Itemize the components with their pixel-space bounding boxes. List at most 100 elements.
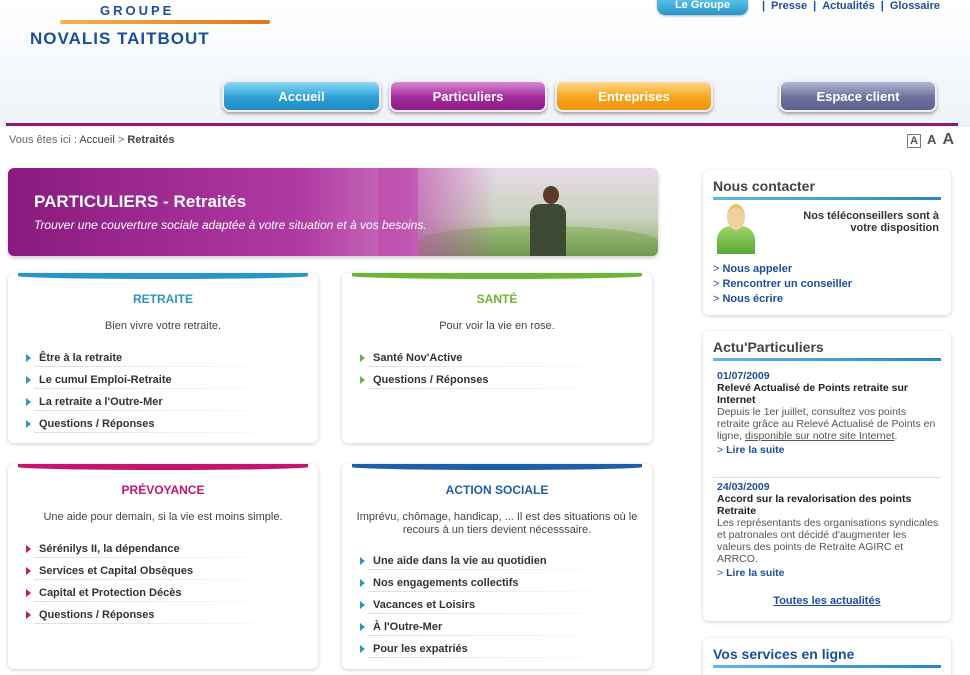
news-item: 01/07/2009 Relevé Actualisé de Points re…	[717, 370, 941, 456]
card-link[interactable]: Questions / Réponses	[26, 413, 296, 435]
card-link[interactable]: La retraite a l'Outre-Mer	[26, 391, 296, 413]
news-headline[interactable]: Accord sur la revalorisation des points …	[717, 493, 941, 517]
card-link-label: Nos engagements collectifs	[373, 576, 519, 589]
contact-link-ecrire[interactable]: > Nous écrire	[713, 292, 852, 307]
nav-particuliers-button[interactable]: Particuliers	[389, 80, 547, 112]
news-body-end: .	[894, 430, 898, 442]
card-link[interactable]: Être à la retraite	[26, 347, 296, 369]
card-link-label: Sérénilys II, la dépendance	[39, 542, 180, 555]
card-link[interactable]: Pour les expatriés	[360, 638, 630, 660]
arrow-right-icon	[360, 375, 365, 384]
top-link-glossaire[interactable]: Glossaire	[890, 0, 940, 12]
separator: |	[813, 0, 817, 12]
card-link[interactable]: Santé Nov'Active	[360, 347, 630, 369]
card-link[interactable]: Services et Capital Obsèques	[26, 560, 296, 582]
arrow-right-icon	[26, 610, 31, 619]
card-prevoyance: PRÉVOYANCE Une aide pour demain, si la v…	[8, 464, 318, 669]
card-link[interactable]: Questions / Réponses	[360, 369, 630, 391]
news-date: 01/07/2009	[717, 370, 770, 382]
contact-links: > Nous appeler > Rencontrer un conseiller …	[713, 262, 852, 307]
read-more-link[interactable]: > Lire la suite	[717, 444, 941, 456]
card-swoosh	[18, 464, 308, 470]
top-links: Le Groupe | Presse | Actualités | Glossa…	[656, 0, 940, 15]
card-retraite: RETRAITE Bien vivre votre retraite. Être…	[8, 273, 318, 443]
contact-link-label: Nous écrire	[722, 293, 783, 305]
arrow-right-icon	[26, 588, 31, 597]
arrow-right-icon	[26, 419, 31, 428]
page-subtitle: Trouver une couverture sociale adaptée à…	[34, 218, 427, 232]
title-underline	[713, 665, 941, 668]
services-title: Vos services en ligne	[713, 646, 855, 662]
all-news-link[interactable]: Toutes les actualités	[703, 595, 951, 607]
top-link-presse[interactable]: Presse	[771, 0, 807, 12]
card-link[interactable]: Le cumul Emploi-Retraite	[26, 369, 296, 391]
card-link-label: À l'Outre-Mer	[373, 620, 443, 633]
logo-novalis[interactable]: NOVALIS TAITBOUT	[30, 29, 210, 49]
arrow-right-icon	[26, 544, 31, 553]
read-more-link[interactable]: > Lire la suite	[717, 567, 941, 579]
card-title: PRÉVOYANCE	[121, 483, 205, 497]
arrow-right-icon	[26, 566, 31, 575]
chevron-right-icon: >	[717, 567, 724, 579]
font-size-controls: A A A	[907, 131, 954, 149]
breadcrumb-prefix: Vous êtes ici :	[9, 134, 77, 146]
contact-link-appeler[interactable]: > Nous appeler	[713, 262, 852, 277]
card-link-list: Santé Nov'Active Questions / Réponses	[360, 347, 630, 391]
logo-groupe: GROUPE	[100, 3, 175, 18]
card-link-list: Sérénilys II, la dépendance Services et …	[26, 538, 296, 626]
arrow-right-icon	[26, 353, 31, 362]
card-link[interactable]: Questions / Réponses	[26, 604, 296, 626]
nav-espace-client-button[interactable]: Espace client	[779, 80, 937, 112]
top-link-le-groupe[interactable]: Le Groupe	[656, 0, 748, 15]
arrow-right-icon	[360, 556, 365, 565]
arrow-right-icon	[360, 578, 365, 587]
card-link-list: Être à la retraite Le cumul Emploi-Retra…	[26, 347, 296, 435]
card-title: SANTÉ	[476, 292, 518, 306]
news-title: Actu'Particuliers	[713, 339, 824, 355]
breadcrumb-home-link[interactable]: Accueil	[79, 134, 114, 146]
card-link-list: Une aide dans la vie au quotidien Nos en…	[360, 550, 630, 660]
separator: |	[761, 0, 766, 12]
news-box: Actu'Particuliers 01/07/2009 Relevé Actu…	[703, 331, 951, 621]
card-link[interactable]: Vacances et Loisirs	[360, 594, 630, 616]
font-size-large-button[interactable]: A	[942, 131, 954, 149]
card-link[interactable]: Capital et Protection Décès	[26, 582, 296, 604]
breadcrumb-separator: >	[117, 134, 125, 146]
card-swoosh	[352, 464, 642, 470]
news-inline-link[interactable]: disponible sur notre site Internet	[745, 430, 894, 442]
contact-link-label: Nous appeler	[722, 263, 793, 275]
arrow-right-icon	[360, 644, 365, 653]
title-underline	[713, 358, 941, 361]
advisor-avatar	[713, 204, 757, 254]
card-link[interactable]: Sérénilys II, la dépendance	[26, 538, 296, 560]
card-link-label: Questions / Réponses	[39, 417, 155, 430]
page-banner: PARTICULIERS - Retraités Trouver une cou…	[8, 168, 658, 256]
font-size-small-button[interactable]: A	[907, 134, 922, 148]
contact-link-rencontrer[interactable]: > Rencontrer un conseiller	[713, 277, 852, 292]
title-underline	[713, 197, 941, 200]
read-more-label: Lire la suite	[726, 567, 785, 579]
arrow-right-icon	[360, 353, 365, 362]
card-description: Imprévu, chômage, handicap, ... Il est d…	[356, 511, 638, 536]
logo-swoosh	[60, 20, 270, 24]
top-link-actualites[interactable]: Actualités	[822, 0, 875, 12]
banner-photo-person-body	[530, 204, 566, 256]
font-size-medium-button[interactable]: A	[927, 132, 936, 147]
news-headline[interactable]: Relevé Actualisé de Points retraite sur …	[717, 382, 941, 406]
news-item: 24/03/2009 Accord sur la revalorisation …	[717, 481, 941, 579]
card-link[interactable]: À l'Outre-Mer	[360, 616, 630, 638]
arrow-right-icon	[26, 397, 31, 406]
card-link-label: Questions / Réponses	[39, 608, 155, 621]
card-swoosh	[352, 273, 642, 279]
banner-fade	[378, 168, 498, 256]
nav-entreprises-button[interactable]: Entreprises	[555, 80, 713, 112]
nav-accueil-button[interactable]: Accueil	[222, 80, 381, 112]
news-date: 24/03/2009	[717, 481, 770, 493]
card-link[interactable]: Une aide dans la vie au quotidien	[360, 550, 630, 572]
news-divider	[713, 477, 941, 478]
contact-link-label: Rencontrer un conseiller	[722, 278, 853, 290]
card-link[interactable]: Nos engagements collectifs	[360, 572, 630, 594]
card-description: Une aide pour demain, si la vie est moin…	[43, 511, 283, 523]
card-link-label: Vacances et Loisirs	[373, 598, 476, 611]
breadcrumb: Vous êtes ici : Accueil > Retraités	[9, 134, 174, 146]
